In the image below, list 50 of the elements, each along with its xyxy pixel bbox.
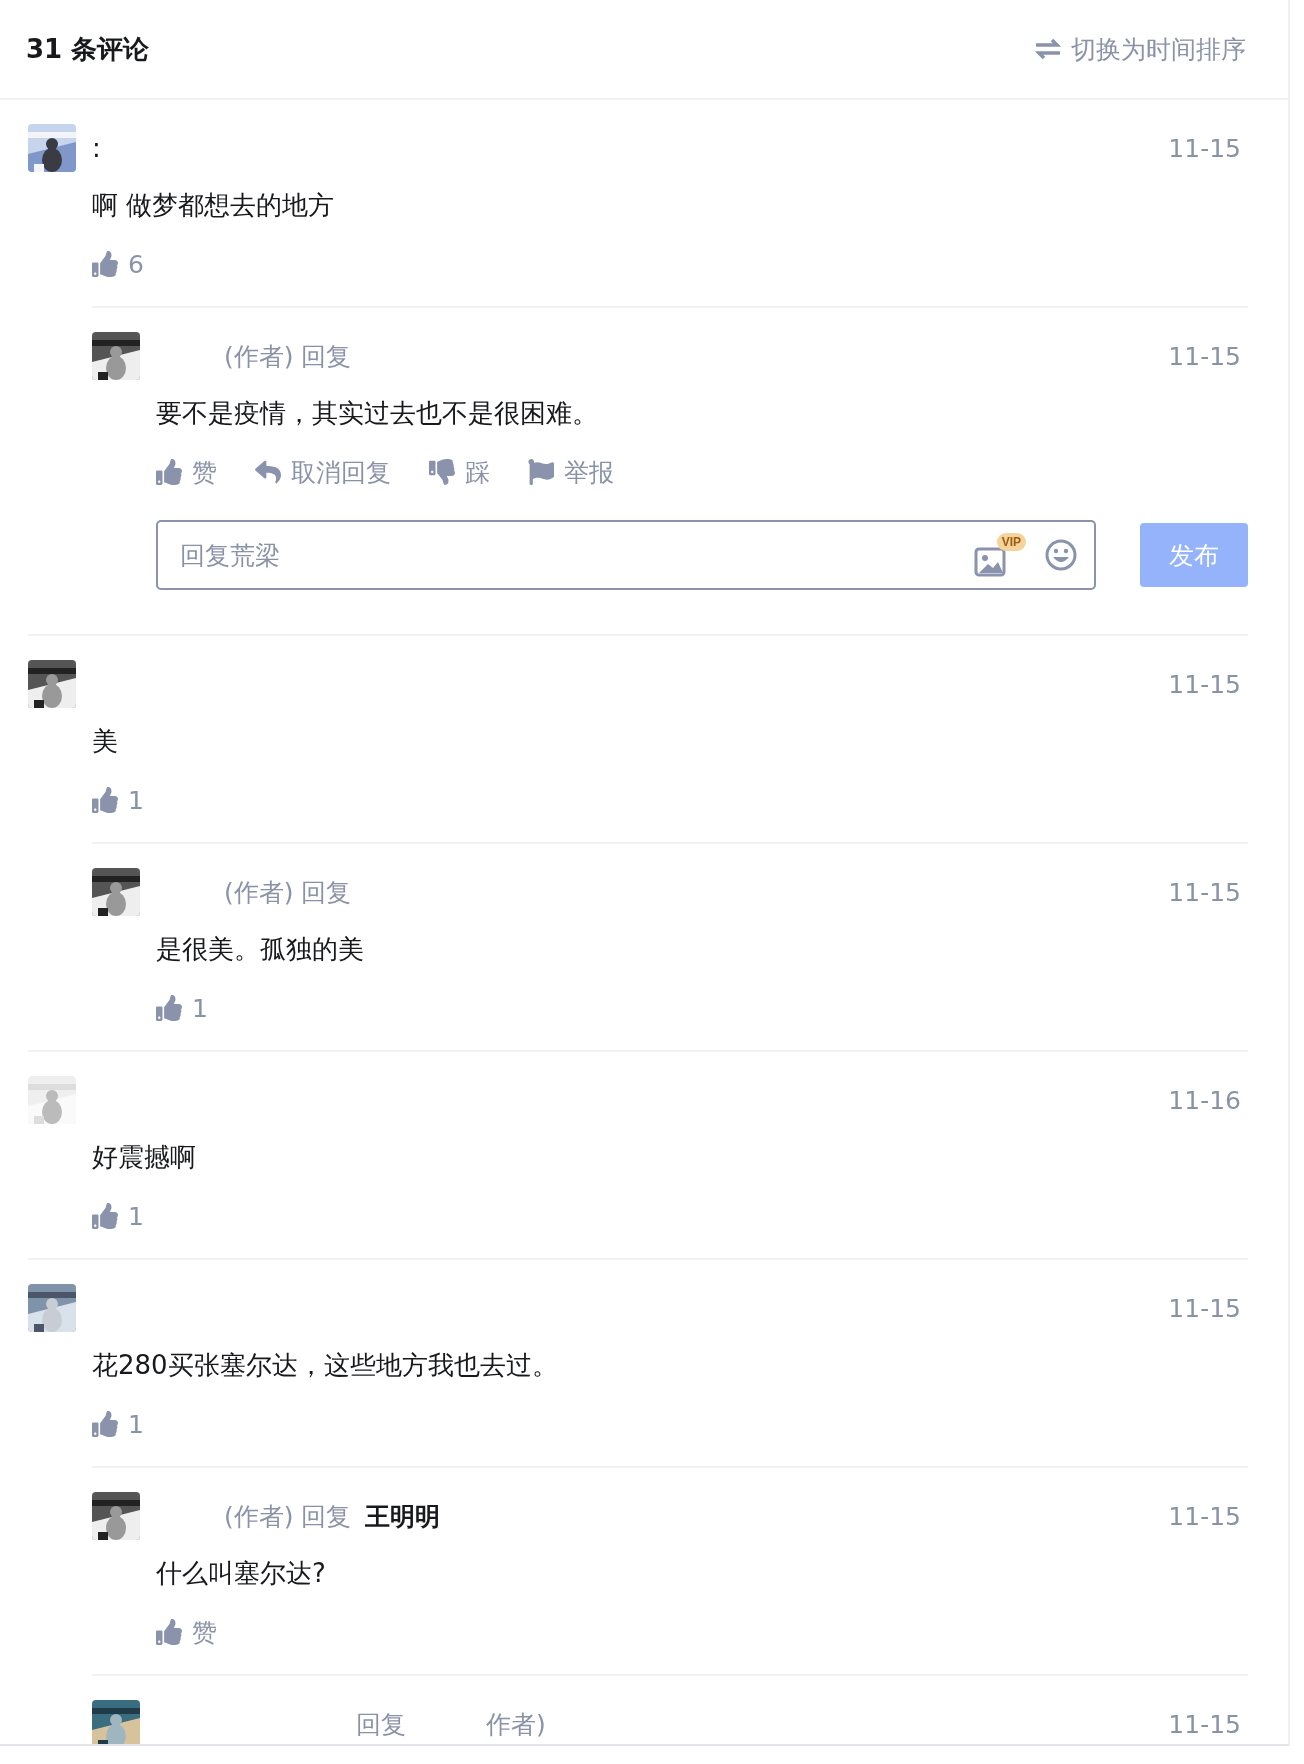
comment-text: 啊 做梦都想去的地方 <box>92 189 336 222</box>
comment-time: 11-15 <box>1168 1709 1241 1739</box>
reply-label: (作者) 回复 <box>224 1500 352 1533</box>
like-button[interactable]: 1 <box>92 1201 144 1231</box>
reply-button[interactable]: 取消回复 <box>255 455 391 489</box>
like-button[interactable]: 1 <box>92 1409 144 1439</box>
thumbs-down-icon <box>429 459 455 485</box>
reply-input-field[interactable]: 回复荒梁 VIP <box>156 520 1096 590</box>
thumbs-up-icon <box>92 1203 118 1229</box>
comment-text: 花280买张塞尔达，这些地方我也去过。 <box>92 1349 559 1382</box>
like-button[interactable]: 1 <box>92 785 144 815</box>
image-upload-button[interactable]: VIP <box>974 533 1026 577</box>
reply-text: 是很美。孤独的美 <box>156 933 365 966</box>
like-button[interactable]: 赞 <box>156 1615 217 1649</box>
reply-target-name[interactable]: 王明明 <box>365 1499 441 1533</box>
vip-badge: VIP <box>996 533 1026 551</box>
publish-button[interactable]: 发布 <box>1140 523 1248 587</box>
reply-text: 作者) <box>486 1708 546 1741</box>
thumbs-up-icon <box>92 787 118 813</box>
comment-time: 11-15 <box>1168 1501 1241 1531</box>
reply-label: (作者) 回复 <box>224 876 352 909</box>
comment-time: 11-15 <box>1168 133 1241 163</box>
flag-icon <box>528 459 554 485</box>
reply-text: 什么叫塞尔达? <box>156 1557 327 1590</box>
comment-text: 美 <box>92 725 119 758</box>
comment-time: 11-15 <box>1168 669 1241 699</box>
reply-label: (作者) 回复 <box>224 340 352 373</box>
thumbs-up-icon <box>92 251 118 277</box>
reply-text: 要不是疫情，其实过去也不是很困难。 <box>156 397 599 430</box>
sort-toggle-link[interactable]: 切换为时间排序 <box>1035 32 1246 66</box>
comment-time: 11-15 <box>1168 1293 1241 1323</box>
thumbs-up-icon <box>92 1411 118 1437</box>
comment-time: 11-16 <box>1168 1085 1241 1115</box>
thumbs-up-icon <box>156 1619 182 1645</box>
emoji-icon[interactable] <box>1044 538 1078 572</box>
thumbs-up-icon <box>156 459 182 485</box>
dislike-button[interactable]: 踩 <box>429 455 490 489</box>
comment-count-title: 31 条评论 <box>26 32 150 66</box>
reply-text: 回复 <box>356 1708 406 1741</box>
comment-time: 11-15 <box>1168 877 1241 907</box>
like-button[interactable]: 6 <box>92 249 144 279</box>
like-button[interactable]: 1 <box>156 993 208 1023</box>
report-button[interactable]: 举报 <box>528 455 614 489</box>
comment-time: 11-15 <box>1168 341 1241 371</box>
reply-arrow-icon <box>255 459 281 485</box>
username[interactable]: : <box>92 133 101 163</box>
swap-arrows-icon <box>1035 38 1061 60</box>
comment-text: 好震撼啊 <box>92 1141 197 1174</box>
thumbs-up-icon <box>156 995 182 1021</box>
like-button[interactable]: 赞 <box>156 455 217 489</box>
